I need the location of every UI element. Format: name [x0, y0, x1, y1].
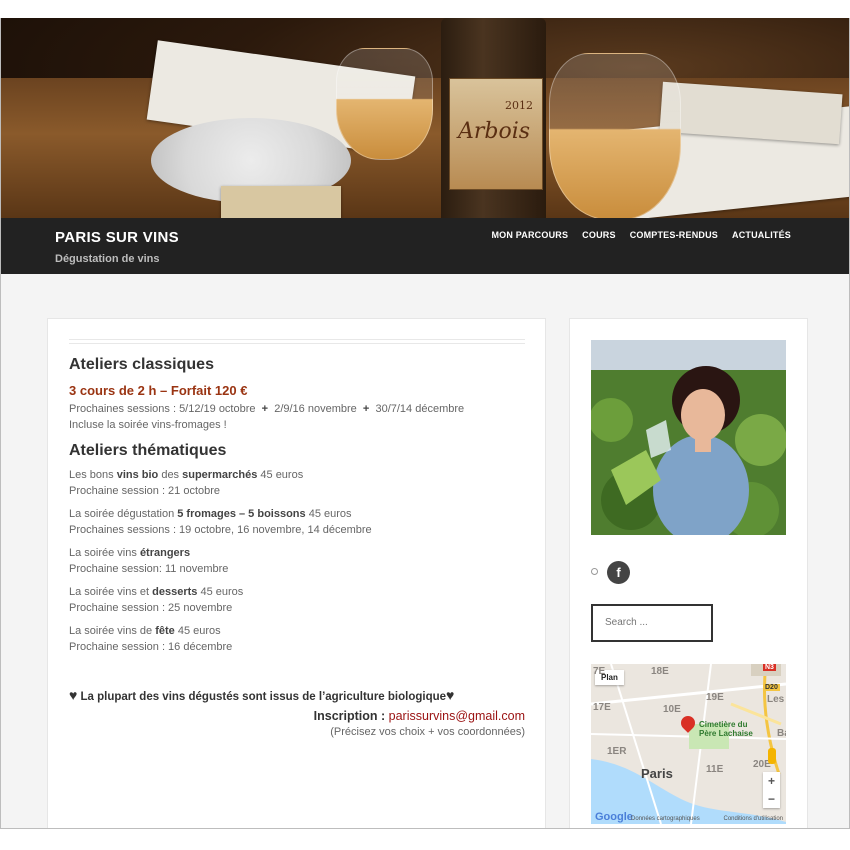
search-box: [591, 604, 713, 642]
map-tiles: [591, 664, 786, 824]
item-bold: étrangers: [139, 547, 191, 559]
closing-section: ♥ La plupart des vins dégustés sont issu…: [69, 687, 525, 738]
site-title[interactable]: PARIS SUR VINS: [55, 229, 179, 246]
map-label: 17E: [593, 702, 611, 713]
inscription-label: Inscription :: [313, 709, 389, 723]
item-session: Prochaine session : 21 octobre: [69, 485, 221, 497]
list-item: La soirée dégustation 5 fromages – 5 boi…: [69, 506, 525, 538]
street-view-icon[interactable]: [768, 748, 776, 764]
wine-glass: [549, 53, 681, 218]
map-label: Les: [767, 694, 785, 705]
search-input[interactable]: [603, 616, 707, 629]
inscription-note: (Précisez vos choix + vos coordonnées): [330, 726, 525, 738]
map-road-label: N3: [763, 664, 776, 671]
item-text: La soirée vins de: [69, 625, 156, 637]
sessions-december: 30/7/14 décembre: [375, 403, 465, 415]
google-logo: Google: [595, 811, 633, 823]
zoom-out-button[interactable]: −: [763, 790, 780, 808]
page-frame: Arbois 2012 PARIS SUR VINS Dégustation d…: [0, 18, 850, 829]
map-label: 1ER: [607, 746, 627, 757]
bottle-label: Arbois 2012: [449, 78, 543, 190]
item-price: 45 euros: [174, 625, 221, 637]
item-bold: desserts: [152, 586, 198, 598]
bio-note-text: La plupart des vins dégustés sont issus …: [77, 691, 447, 703]
divider: [69, 339, 525, 344]
map-conditions-link[interactable]: Conditions d'utilisation: [723, 816, 783, 822]
bio-note: ♥ La plupart des vins dégustés sont issu…: [69, 687, 525, 703]
item-text: La soirée vins: [69, 547, 140, 559]
site-tagline: Dégustation de vins: [55, 253, 160, 265]
email-link[interactable]: parissurvins@gmail.com: [389, 709, 525, 723]
bottle-year: 2012: [505, 99, 533, 112]
map-label: 7E: [593, 666, 606, 677]
forfait-offer: 3 cours de 2 h – Forfait 120 €: [69, 383, 248, 398]
map-city-label: Paris: [641, 766, 673, 781]
header-image: Arbois 2012: [1, 18, 849, 218]
item-session: Prochaine session: 11 novembre: [69, 563, 229, 575]
heart-icon: ♥: [446, 687, 455, 703]
main-nav: MON PARCOURS COURS COMPTES-RENDUS ACTUAL…: [491, 230, 791, 240]
map-road-label: D20: [763, 684, 780, 691]
list-item: La soirée vins de fête 45 euros Prochain…: [69, 623, 525, 655]
item-text: La soirée dégustation: [69, 508, 178, 520]
main-content: Ateliers classiques 3 cours de 2 h – For…: [47, 318, 546, 828]
nav-item-cours[interactable]: COURS: [582, 230, 616, 240]
item-bold: vins bio: [116, 469, 159, 481]
item-price: 45 euros: [257, 469, 304, 481]
item-text: des: [158, 469, 183, 481]
map-label: 19E: [706, 692, 724, 703]
sessions-label: Prochaines sessions :: [69, 403, 180, 415]
map-zoom-control: + −: [763, 772, 780, 808]
heading-ateliers-thematiques: Ateliers thématiques: [69, 442, 227, 459]
sessions-line: Prochaines sessions : 5/12/19 octobre + …: [69, 401, 525, 417]
facebook-icon[interactable]: f: [607, 561, 630, 584]
sessions-november: 2/9/16 novembre: [274, 403, 357, 415]
map-label-cemetery: Cimetière du Père Lachaise: [699, 720, 753, 738]
nav-item-comptes-rendus[interactable]: COMPTES-RENDUS: [630, 230, 718, 240]
wine-glass: [336, 48, 433, 160]
nav-item-mon-parcours[interactable]: MON PARCOURS: [491, 230, 568, 240]
inscription-line: Inscription : parissurvins@gmail.com: [69, 709, 525, 723]
zoom-in-button[interactable]: +: [763, 772, 780, 790]
plus-sign: +: [362, 403, 370, 415]
sessions-october: 5/12/19 octobre: [179, 403, 256, 415]
map-label: Ba: [777, 728, 786, 739]
map-footer: Google Données cartographiques Condition…: [591, 811, 786, 824]
bullet-icon: [591, 568, 598, 575]
includes-note: Incluse la soirée vins-fromages !: [69, 419, 227, 431]
map-label: 11E: [706, 764, 724, 775]
item-bold: supermarchés: [182, 469, 258, 481]
map-label: 10E: [663, 704, 681, 715]
site-header: PARIS SUR VINS Dégustation de vins MON P…: [1, 218, 849, 274]
list-item: Les bons vins bio des supermarchés 45 eu…: [69, 467, 525, 499]
list-item: La soirée vins et desserts 45 euros Proc…: [69, 584, 525, 616]
item-bold: 5 fromages – 5 boissons: [177, 508, 306, 520]
nav-item-actualites[interactable]: ACTUALITÉS: [732, 230, 791, 240]
map-label: 18E: [651, 666, 669, 677]
item-text: La soirée vins et: [69, 586, 153, 598]
plus-sign: +: [261, 403, 269, 415]
google-map[interactable]: Plan 7E 18E 19E 17E 10E 20E 1ER 11E Cime…: [591, 664, 786, 824]
item-session: Prochaine session : 16 décembre: [69, 641, 233, 653]
item-session: Prochaine session : 25 novembre: [69, 602, 233, 614]
item-bold: fête: [155, 625, 175, 637]
item-price: 45 euros: [305, 508, 352, 520]
paper-sheet: [221, 186, 341, 218]
profile-photo: [591, 340, 786, 535]
heading-ateliers-classiques: Ateliers classiques: [69, 356, 214, 373]
map-credits[interactable]: Données cartographiques: [631, 816, 700, 822]
sidebar: f Plan 7E 18E 19E 17E 10E 20E: [569, 318, 808, 828]
bottle-label-text: Arbois: [458, 119, 531, 144]
article-body: Ateliers classiques 3 cours de 2 h – For…: [69, 339, 525, 655]
profile-photo-illustration: [591, 340, 786, 535]
item-price: 45 euros: [197, 586, 244, 598]
item-text: Les bons: [69, 469, 117, 481]
item-session: Prochaines sessions : 19 octobre, 16 nov…: [69, 524, 372, 536]
list-item: La soirée vins étrangers Prochaine sessi…: [69, 545, 525, 577]
